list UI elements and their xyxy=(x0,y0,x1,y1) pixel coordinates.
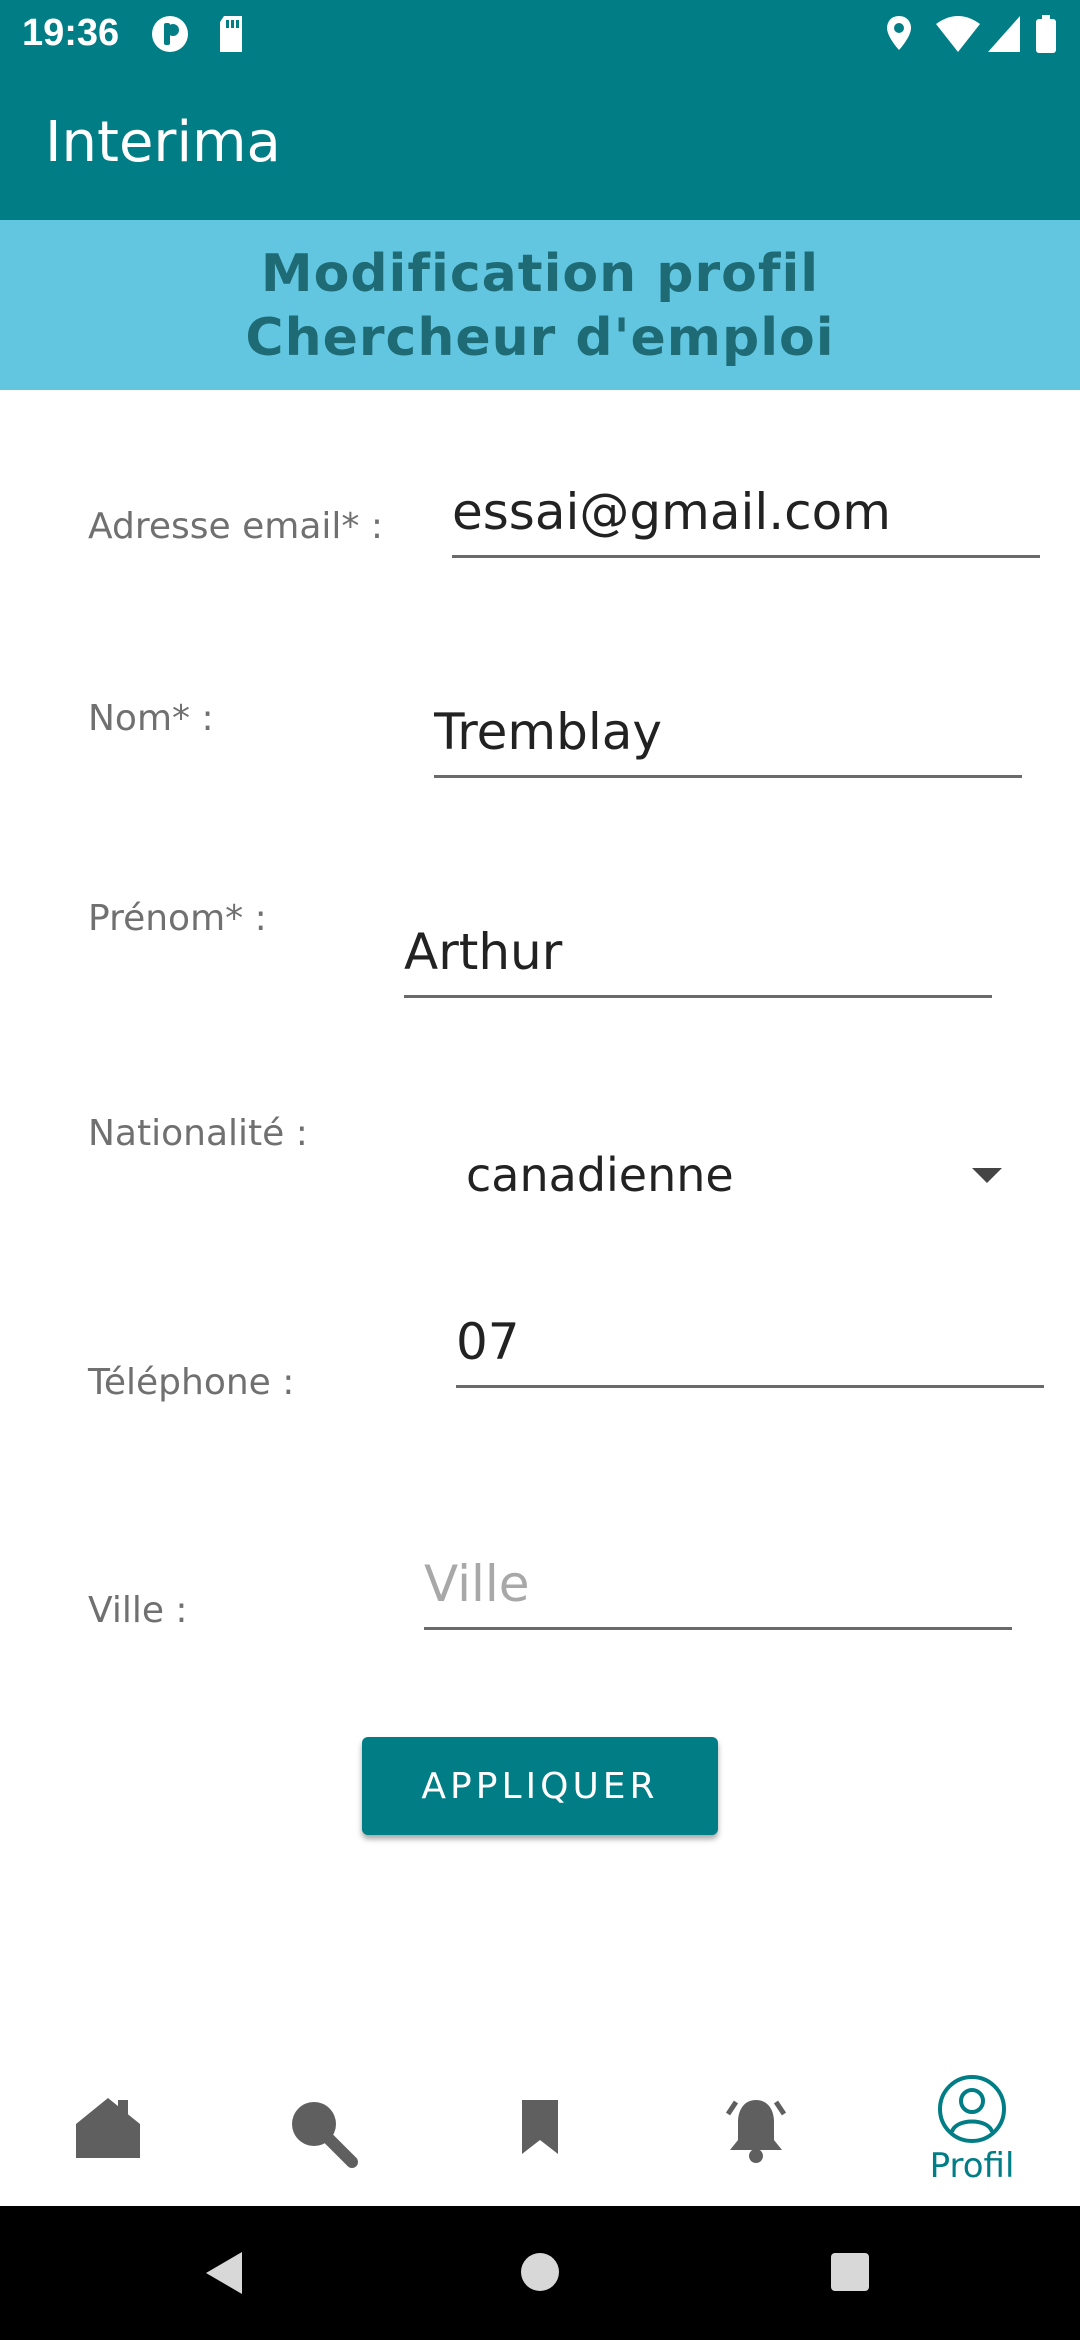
nav-saved[interactable] xyxy=(432,2040,648,2206)
nav-profile-label: Profil xyxy=(929,2146,1015,2186)
notifications-icon xyxy=(725,2100,787,2163)
status-time: 19:36 xyxy=(22,12,120,54)
nav-home[interactable] xyxy=(0,2040,216,2206)
location-icon xyxy=(884,14,914,59)
back-icon[interactable] xyxy=(204,2250,244,2296)
nationalite-selected-value: canadienne xyxy=(466,1148,734,1202)
page-title: Modification profil xyxy=(260,244,820,304)
home-button-icon[interactable] xyxy=(520,2252,560,2292)
recents-icon[interactable] xyxy=(830,2252,870,2292)
telephone-field[interactable] xyxy=(456,1308,1044,1388)
status-bar: 19:36 xyxy=(0,0,1080,66)
nav-search[interactable] xyxy=(216,2040,432,2206)
app-bar: Interima xyxy=(0,66,1080,220)
profile-icon xyxy=(938,2075,1006,2143)
nom-field[interactable] xyxy=(434,698,1022,778)
search-icon xyxy=(292,2102,358,2168)
bottom-navigation: Profil xyxy=(0,2040,1080,2206)
nav-notifications[interactable] xyxy=(648,2040,864,2206)
page-subtitle: Chercheur d'emploi xyxy=(245,308,835,368)
email-field[interactable] xyxy=(452,478,1040,558)
dropdown-arrow-icon xyxy=(972,1168,1002,1183)
bookmark-icon xyxy=(522,2100,558,2154)
telephone-label: Téléphone : xyxy=(88,1362,295,1403)
apply-button[interactable]: APPLIQUER xyxy=(362,1737,718,1835)
email-label: Adresse email* : xyxy=(88,506,383,547)
ville-field[interactable] xyxy=(424,1550,1012,1630)
battery-icon xyxy=(1034,14,1058,59)
nationalite-label: Nationalité : xyxy=(88,1113,308,1154)
wifi-icon xyxy=(934,14,982,59)
home-icon xyxy=(76,2098,140,2158)
prenom-label: Prénom* : xyxy=(88,898,267,939)
sd-card-icon xyxy=(216,14,246,59)
ville-label: Ville : xyxy=(88,1590,188,1631)
signal-icon xyxy=(986,14,1022,59)
private-dns-icon xyxy=(150,14,190,59)
nom-label: Nom* : xyxy=(88,698,214,739)
system-navigation-bar xyxy=(0,2206,1080,2340)
nav-profile[interactable]: Profil xyxy=(864,2040,1080,2206)
app-title: Interima xyxy=(45,110,281,175)
page-header-banner: Modification profil Chercheur d'emploi xyxy=(0,220,1080,390)
prenom-field[interactable] xyxy=(404,918,992,998)
nationalite-dropdown[interactable]: canadienne xyxy=(466,1140,1026,1220)
